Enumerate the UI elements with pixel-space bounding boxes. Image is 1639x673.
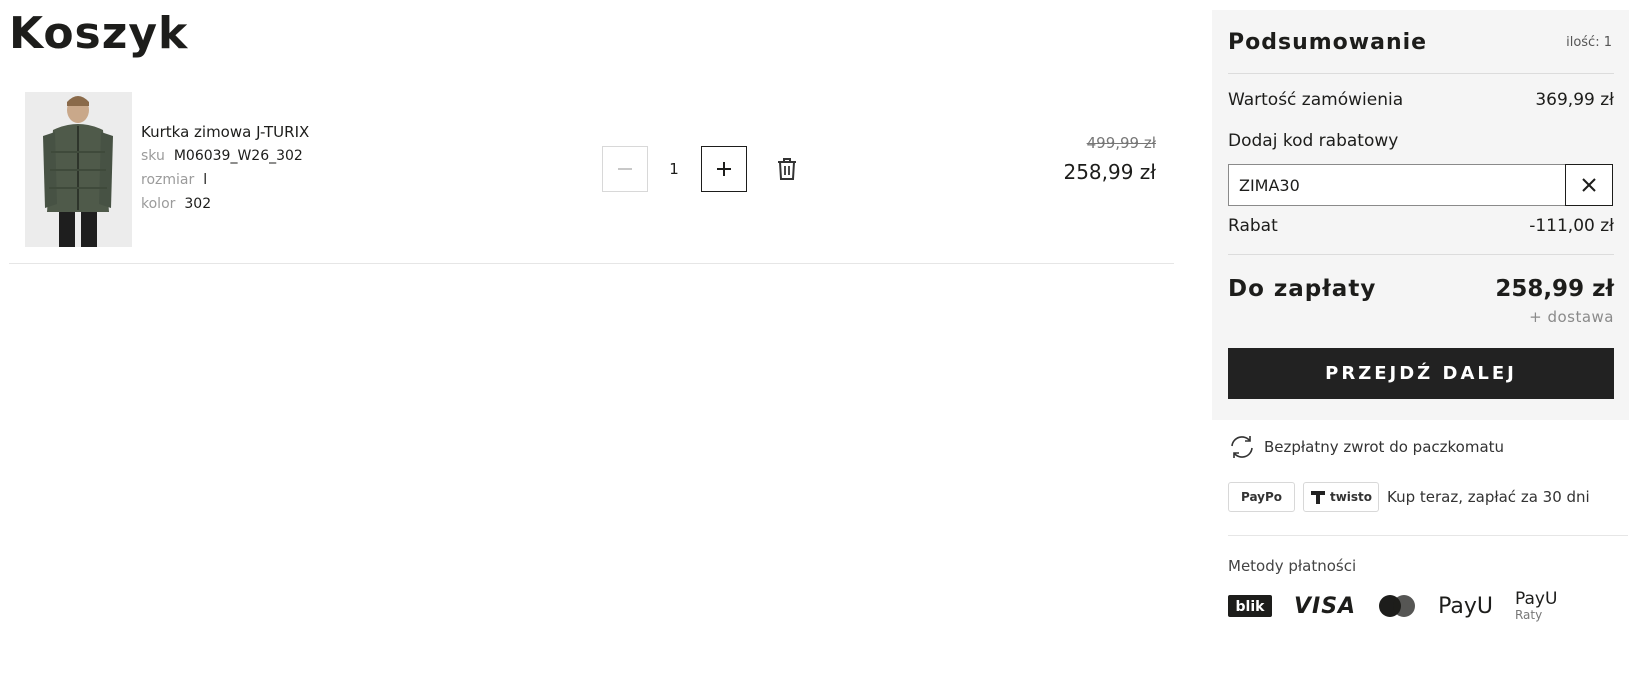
pay-later-info: PayPo twisto Kup teraz, zapłać za 30 dni	[1228, 482, 1590, 512]
discount-label: Rabat	[1228, 216, 1278, 236]
twisto-badge-text: twisto	[1329, 490, 1373, 504]
refresh-icon	[1231, 436, 1253, 458]
page-title: Koszyk	[9, 8, 189, 59]
payu-raty-subtext: Raty	[1514, 608, 1543, 622]
total-value: 258,99 zł	[1495, 276, 1614, 302]
sku-label: sku	[141, 148, 165, 164]
quantity-value: 1	[669, 160, 679, 178]
item-count: ilość: 1	[1566, 35, 1612, 50]
color-label: kolor	[141, 196, 176, 212]
product-color: kolor 302	[141, 192, 309, 216]
cart-item-row: Kurtka zimowa J-TURIX sku M06039_W26_302 …	[9, 88, 1174, 264]
coupon-label: Dodaj kod rabatowy	[1228, 131, 1399, 151]
coupon-input[interactable]	[1228, 164, 1566, 206]
payment-methods-label: Metody płatności	[1228, 557, 1357, 575]
free-return-text: Bezpłatny zwrot do paczkomatu	[1264, 438, 1505, 456]
old-price: 499,99 zł	[1086, 134, 1156, 152]
size-value: l	[203, 172, 208, 188]
blik-text: blik	[1236, 599, 1266, 615]
coupon-clear-button[interactable]	[1565, 164, 1613, 206]
discount-row: Rabat -111,00 zł	[1228, 216, 1614, 236]
free-return-info: Bezpłatny zwrot do paczkomatu	[1228, 435, 1504, 459]
product-info: Kurtka zimowa J-TURIX sku M06039_W26_302 …	[141, 120, 309, 216]
info-divider	[1228, 535, 1628, 536]
current-price: 258,99 zł	[1063, 160, 1156, 184]
payu-raty-logo: PayU Raty	[1515, 590, 1557, 622]
close-icon	[1582, 178, 1596, 192]
discount-value: -111,00 zł	[1529, 216, 1614, 236]
color-value: 302	[184, 196, 212, 212]
blik-logo: blik	[1228, 595, 1272, 617]
paypo-badge-text: PayPo	[1240, 490, 1283, 504]
visa-logo: VISA	[1294, 594, 1356, 619]
pay-later-text: Kup teraz, zapłać za 30 dni	[1387, 488, 1590, 506]
product-image[interactable]	[25, 92, 132, 247]
delivery-note: + dostawa	[1529, 308, 1614, 326]
mastercard-logo	[1378, 594, 1416, 618]
remove-item-button[interactable]	[772, 154, 802, 184]
payu-raty-text: PayU	[1514, 589, 1558, 609]
order-value-label: Wartość zamówienia	[1228, 90, 1404, 110]
payu-logo: PayU	[1438, 594, 1493, 619]
payment-methods: blik VISA PayU PayU Raty	[1228, 590, 1579, 622]
paypo-logo: PayPo	[1228, 482, 1295, 512]
order-value: 369,99 zł	[1535, 90, 1614, 110]
visa-text: VISA	[1294, 593, 1357, 619]
product-sku: sku M06039_W26_302	[141, 144, 309, 168]
checkout-button[interactable]: PRZEJDŹ DALEJ	[1228, 348, 1614, 399]
size-label: rozmiar	[141, 172, 195, 188]
twisto-t-icon	[1310, 491, 1325, 504]
trash-icon	[778, 158, 796, 180]
total-label: Do zapłaty	[1228, 276, 1377, 302]
summary-title: Podsumowanie	[1228, 30, 1428, 55]
twisto-logo: twisto	[1303, 482, 1379, 512]
product-size: rozmiar l	[141, 168, 309, 192]
payu-text: PayU	[1438, 593, 1493, 619]
minus-icon	[618, 168, 632, 170]
quantity-decrease-button[interactable]	[602, 146, 648, 192]
plus-icon	[717, 162, 731, 176]
order-value-row: Wartość zamówienia 369,99 zł	[1228, 90, 1614, 110]
sku-value: M06039_W26_302	[173, 148, 303, 164]
order-summary: Podsumowanie ilość: 1 Wartość zamówienia…	[1212, 10, 1629, 420]
quantity-increase-button[interactable]	[701, 146, 747, 192]
summary-divider	[1228, 73, 1614, 74]
summary-divider	[1228, 254, 1614, 255]
product-name[interactable]: Kurtka zimowa J-TURIX	[141, 120, 309, 144]
